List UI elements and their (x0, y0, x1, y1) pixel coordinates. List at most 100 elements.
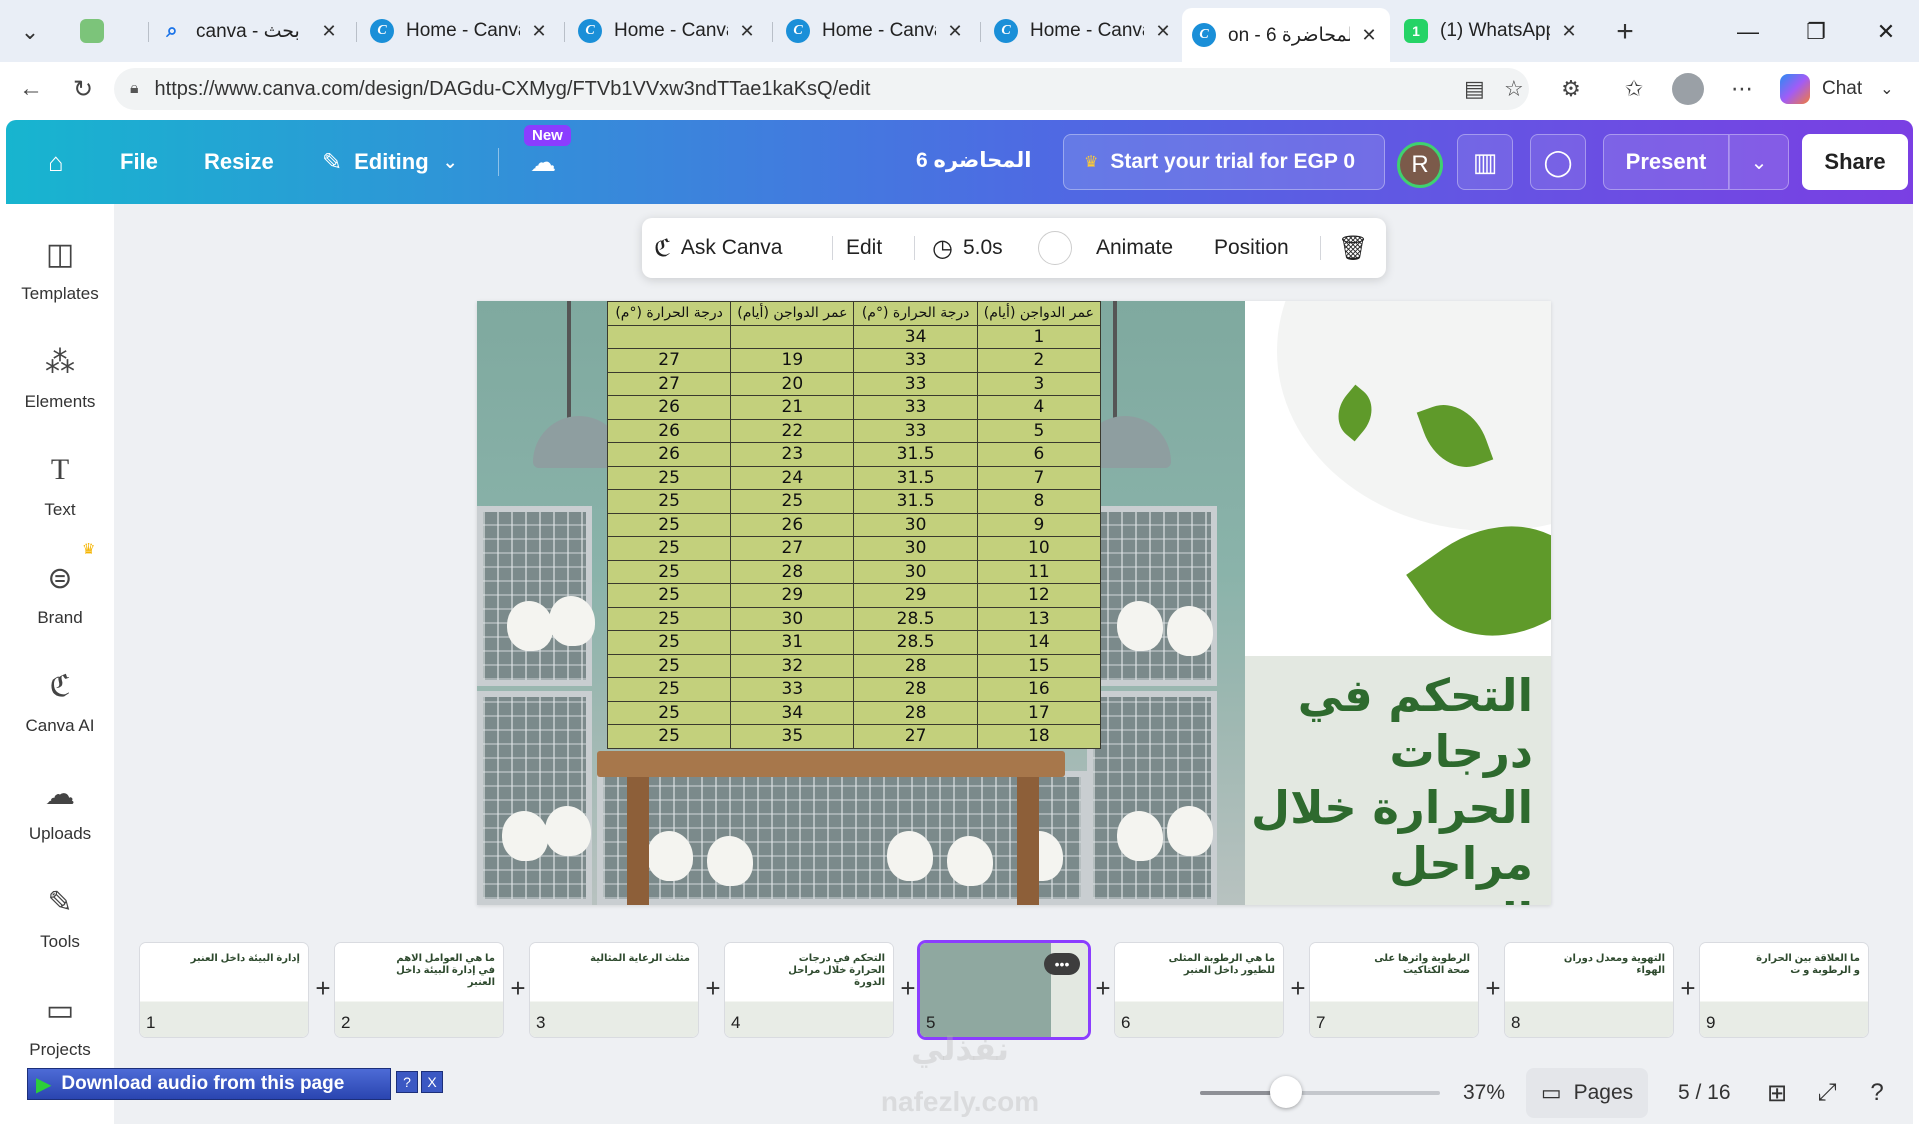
close-button[interactable]: X (421, 1071, 443, 1093)
sidebar-item-projects[interactable]: ▭ Projects (6, 990, 114, 1080)
close-icon[interactable]: ✕ (944, 21, 966, 42)
close-icon[interactable]: ✕ (1358, 25, 1380, 46)
hen-icon (1167, 806, 1213, 856)
download-audio-button[interactable]: ▶ Download audio from this page (27, 1068, 391, 1100)
file-menu-button[interactable]: File (108, 138, 170, 186)
favorites-icon[interactable]: ✩ (1617, 72, 1651, 106)
user-avatar[interactable]: R (1397, 142, 1443, 188)
url-text[interactable]: https://www.canva.com/design/DAGdu-CXMyg… (155, 78, 871, 101)
add-page-icon[interactable]: + (1090, 973, 1116, 1003)
window-close-icon[interactable]: ✕ (1866, 12, 1906, 52)
share-button[interactable]: Share (1802, 134, 1908, 190)
page-thumbnail[interactable]: التحكم في درجات الحرارة خلال مراحل الدور… (725, 943, 893, 1037)
zoom-slider-handle[interactable] (1270, 1076, 1302, 1108)
sidebar-item-canva-ai[interactable]: ℭ Canva AI (6, 666, 114, 756)
sidebar-item-tools[interactable]: ✎ Tools (6, 882, 114, 972)
grid-view-icon[interactable]: ⊞ (1760, 1076, 1794, 1110)
close-icon[interactable]: ✕ (736, 21, 758, 42)
back-arrow-icon[interactable]: ← (12, 70, 50, 108)
sidebar-item-text[interactable]: T Text (6, 450, 114, 540)
zoom-level[interactable]: 37% (1463, 1081, 1505, 1105)
sidebar-item-uploads[interactable]: ☁ Uploads (6, 774, 114, 864)
page-thumbnail[interactable]: ما هي الرطوبة المثلى للطيور داخل العنبر 6 (1115, 943, 1283, 1037)
poultry-cage-photo[interactable]: درجة الحرارة (°م) عمر الدواجن (أيام) درج… (477, 301, 1245, 905)
add-page-icon[interactable]: + (700, 973, 726, 1003)
add-page-icon[interactable]: + (505, 973, 531, 1003)
page-thumbnail[interactable]: مثلث الرعاية المثالية 3 (530, 943, 698, 1037)
page-thumbnail[interactable]: ما العلاقة بين الحرارة و الرطوبة و ت 9 (1700, 943, 1868, 1037)
page-thumbnail[interactable]: ما هي العوامل الاهم في إدارة البيئة داخل… (335, 943, 503, 1037)
tab-canva-home[interactable]: C Home - Canva ✕ (568, 10, 768, 52)
start-trial-button[interactable]: ♛ Start your trial for EGP 0 (1063, 134, 1385, 190)
close-icon[interactable]: ✕ (528, 21, 550, 42)
help-button[interactable]: ? (396, 1071, 418, 1093)
editing-mode-button[interactable]: ✎ Editing ⌄ (310, 138, 470, 186)
extensions-icon[interactable]: ⚙ (1554, 72, 1588, 106)
copilot-chat-button[interactable]: Chat ⌄ (1780, 70, 1894, 108)
sidebar-item-templates[interactable]: ◫ Templates (6, 234, 114, 324)
cloud-sync-icon[interactable]: ☁ (518, 138, 568, 186)
page-thumbnail[interactable]: 5 ••• (920, 943, 1088, 1037)
timing-button[interactable]: ◷ 5.0s (932, 230, 1003, 266)
table-header-cell: درجة الحرارة (°م) (853, 301, 978, 326)
color-swatch[interactable] (1038, 231, 1072, 265)
slide-canvas[interactable]: درجة الحرارة (°م) عمر الدواجن (أيام) درج… (477, 301, 1551, 905)
edit-button[interactable]: Edit (846, 230, 882, 266)
favorite-star-icon[interactable]: ☆ (1504, 76, 1524, 102)
page-thumbnail[interactable]: التهوية ومعدل دوران الهواء 8 (1505, 943, 1673, 1037)
more-menu-icon[interactable]: ⋯ (1725, 72, 1759, 106)
animate-button[interactable]: Animate (1096, 230, 1173, 266)
add-page-icon[interactable]: + (1480, 973, 1506, 1003)
table-cell: 14 (976, 630, 1102, 655)
sidebar-item-label: Brand (37, 608, 83, 627)
url-bar[interactable]: 🔒︎ https://www.canva.com/design/DAGdu-CX… (114, 68, 1529, 110)
trash-icon[interactable]: 🗑︎ (1338, 230, 1368, 266)
fullscreen-icon[interactable]: ⤢ (1810, 1076, 1844, 1110)
page-thumbnail[interactable]: الرطوبة وأثرها على صحة الكتاكيت 7 (1310, 943, 1478, 1037)
page-thumbnail[interactable]: إدارة البيئة داخل العنبر 1 (140, 943, 308, 1037)
resize-button[interactable]: Resize (192, 138, 286, 186)
home-icon[interactable]: ⌂ (36, 138, 76, 186)
tab-list-chevron-icon[interactable]: ⌄ (10, 12, 50, 52)
close-icon[interactable]: ✕ (1558, 21, 1580, 42)
tab-canva-home[interactable]: C Home - Canva ✕ (776, 10, 976, 52)
add-page-icon[interactable]: + (1675, 973, 1701, 1003)
tab-canva-design-active[interactable]: C on - 6 المحاضرة ✕ (1182, 8, 1390, 62)
profile-avatar-icon[interactable] (1672, 73, 1704, 105)
close-icon[interactable]: ✕ (318, 21, 340, 42)
sidebar-item-brand[interactable]: ⊜ Brand (6, 558, 114, 648)
temperature-table[interactable]: درجة الحرارة (°م) عمر الدواجن (أيام) درج… (606, 301, 1102, 749)
canva-icon: C (786, 19, 810, 43)
thumbnail-number: 6 (1121, 1013, 1131, 1032)
present-button[interactable]: Present (1603, 134, 1729, 190)
add-page-icon[interactable]: + (310, 973, 336, 1003)
zoom-slider-track[interactable] (1200, 1091, 1440, 1095)
help-icon[interactable]: ? (1860, 1076, 1894, 1110)
insights-chart-icon[interactable]: ▥ (1457, 134, 1513, 190)
add-page-icon[interactable]: + (1285, 973, 1311, 1003)
tab-whatsapp[interactable]: 1 (1) WhatsApp B ✕ (1394, 10, 1590, 52)
table-cell: 30 (853, 536, 978, 561)
reload-icon[interactable]: ↻ (64, 70, 102, 108)
tab-canva-home[interactable]: C Home - Canva ✕ (984, 10, 1184, 52)
ask-canva-button[interactable]: ℭ Ask Canva (654, 230, 782, 266)
copilot-label: Chat (1822, 78, 1863, 99)
close-icon[interactable]: ✕ (1152, 21, 1174, 42)
tab-app[interactable] (70, 10, 140, 52)
slide-title[interactable]: التحكم في درجات الحرارة خلال مراحل الدور… (1243, 668, 1533, 905)
minimize-icon[interactable]: — (1728, 12, 1768, 52)
thumbnail-more-icon[interactable]: ••• (1044, 953, 1080, 975)
table-cell: 26 (606, 395, 732, 420)
document-title[interactable]: المحاضره 6 (916, 148, 1031, 173)
comment-icon[interactable]: ◯ (1530, 134, 1586, 190)
restore-icon[interactable]: ❐ (1796, 12, 1836, 52)
position-button[interactable]: Position (1214, 230, 1289, 266)
sidebar-item-elements[interactable]: ⁂ Elements (6, 342, 114, 432)
pages-button[interactable]: ▭ Pages (1526, 1068, 1648, 1118)
new-tab-button[interactable]: + (1605, 12, 1645, 52)
present-options-chevron-icon[interactable]: ⌄ (1729, 134, 1789, 190)
reading-view-icon[interactable]: ▤ (1464, 76, 1485, 102)
add-page-icon[interactable]: + (895, 973, 921, 1003)
tab-search[interactable]: ⌕ canva - بحث ✕ (150, 10, 350, 52)
tab-canva-home[interactable]: C Home - Canva ✕ (360, 10, 560, 52)
